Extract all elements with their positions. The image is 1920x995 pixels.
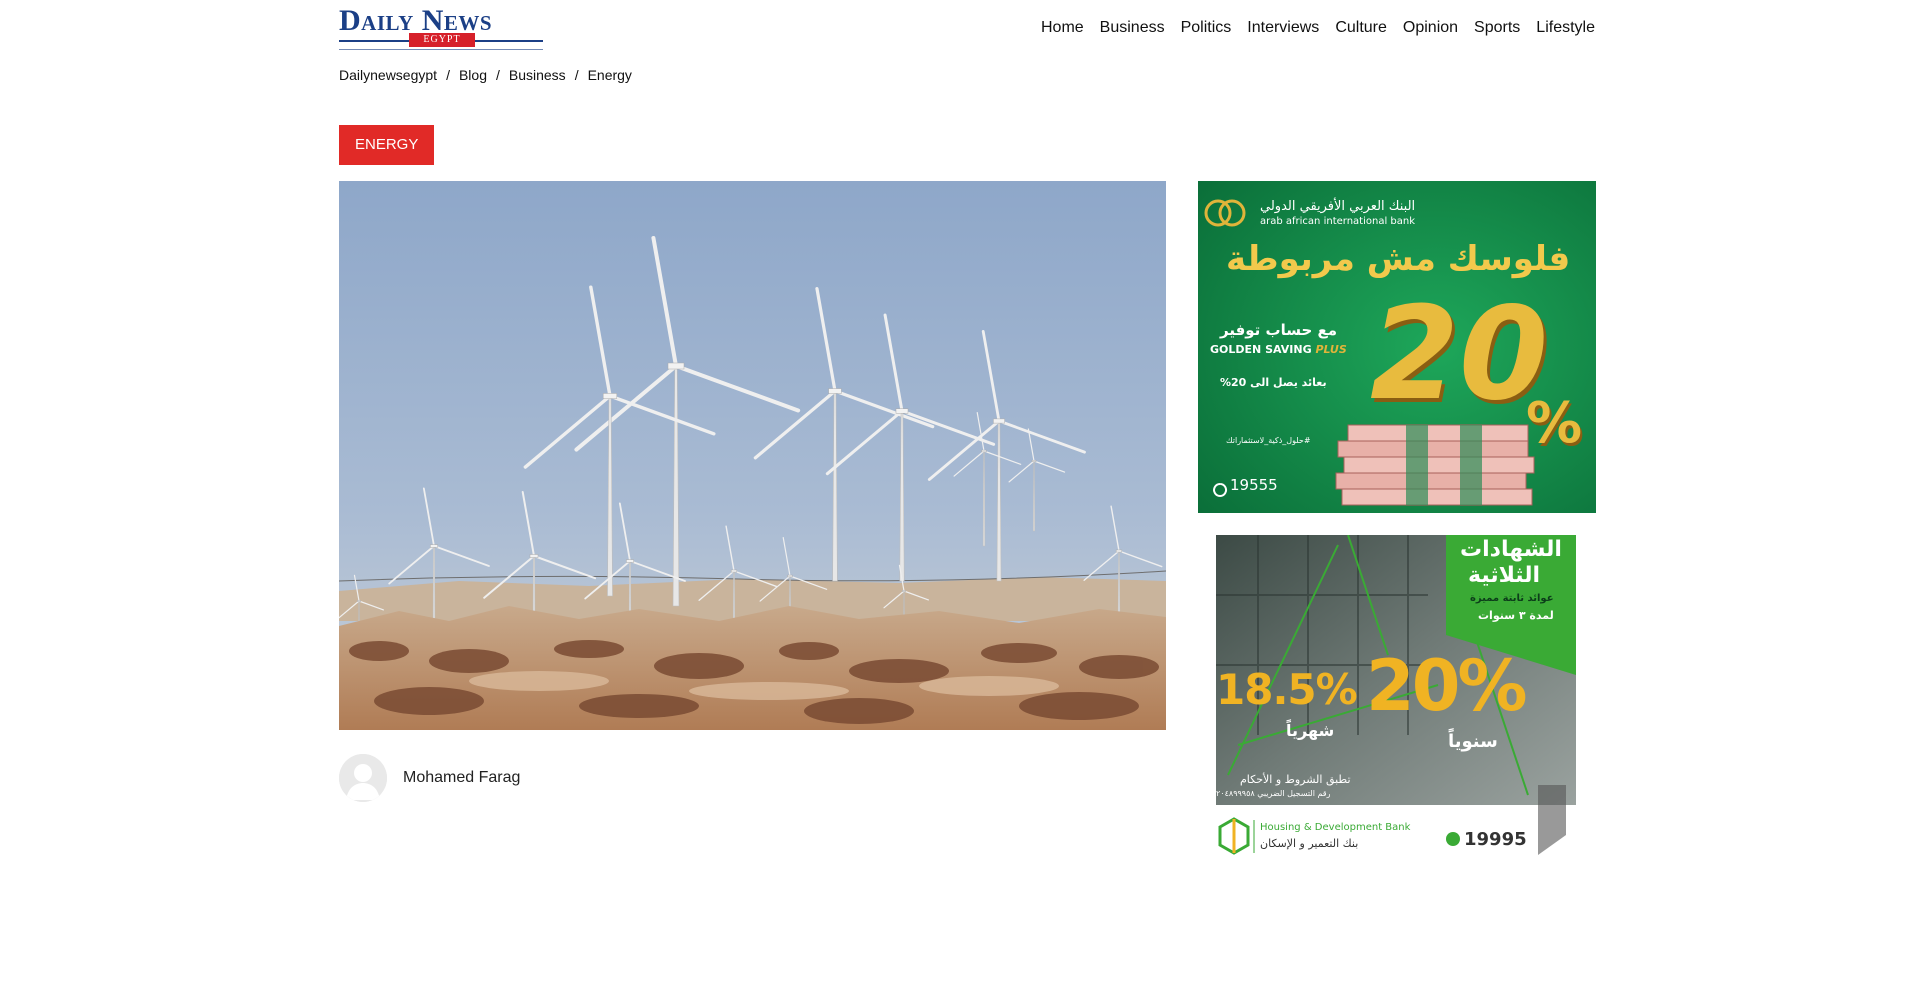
ad2-rate-yearly: 20% xyxy=(1366,645,1528,727)
ad1-return-line: بعائد يصل الى 20% xyxy=(1220,376,1327,389)
ad2-title-line1: الشهادات xyxy=(1460,537,1562,562)
main-nav: Home Business Politics Interviews Cultur… xyxy=(1025,18,1595,38)
ad1-account-en: GOLDEN SAVING PLUS xyxy=(1210,343,1347,356)
ad2-bank-en: Housing & Development Bank xyxy=(1260,822,1411,833)
ad1-phone: 19555 xyxy=(1230,476,1278,494)
nav-politics[interactable]: Politics xyxy=(1181,18,1232,38)
logo-subtitle: EGYPT xyxy=(409,33,475,47)
ad2-label-monthly: شهرياً xyxy=(1286,721,1335,740)
ad1-percent: % xyxy=(1526,391,1583,456)
nav-business[interactable]: Business xyxy=(1100,18,1165,38)
nav-interviews[interactable]: Interviews xyxy=(1247,18,1319,38)
ad1-bank-name-ar: البنك العربي الأفريقي الدولي xyxy=(1260,199,1416,214)
ad2-rate-monthly: 18.5% xyxy=(1216,665,1358,714)
breadcrumb-energy: Energy xyxy=(587,67,632,83)
ad1-headline: فلوسك مش مربوطة xyxy=(1226,239,1571,279)
breadcrumb-blog[interactable]: Blog xyxy=(459,67,487,83)
ad2-bank-ar: بنك التعمير و الإسكان xyxy=(1260,837,1359,850)
ad2-subtitle: عوائد ثابتة مميزة xyxy=(1470,593,1554,604)
ad2-label-yearly: سنوياً xyxy=(1448,731,1498,752)
ad2-title-line2: الثلاثية xyxy=(1468,563,1541,588)
nav-opinion[interactable]: Opinion xyxy=(1403,18,1458,38)
breadcrumb-home[interactable]: Dailynewsegypt xyxy=(339,67,437,83)
ad2-terms: تطبق الشروط و الأحكام xyxy=(1240,773,1351,786)
avatar[interactable] xyxy=(339,754,387,802)
ad2-tax-number: رقم التسجيل الضريبي ٢٠٤٨٩٩٩٥٨ xyxy=(1216,789,1331,798)
ad2-duration: لمدة ٣ سنوات xyxy=(1478,609,1554,622)
breadcrumb-separator: / xyxy=(574,67,579,83)
author-name[interactable]: Mohamed Farag xyxy=(403,769,520,787)
breadcrumb-separator: / xyxy=(446,67,450,83)
logo-divider-bottom xyxy=(339,49,543,50)
author-block: Mohamed Farag xyxy=(339,754,520,802)
ad2-phone: 19995 xyxy=(1464,829,1527,850)
breadcrumb-business[interactable]: Business xyxy=(509,67,566,83)
nav-home[interactable]: Home xyxy=(1041,18,1084,38)
category-badge[interactable]: ENERGY xyxy=(339,125,435,165)
logo-title: Daily News xyxy=(339,4,493,37)
site-logo[interactable]: Daily News EGYPT xyxy=(339,6,543,50)
ad1-bank-name-en: arab african international bank xyxy=(1260,216,1416,227)
breadcrumb: Dailynewsegypt / Blog / Business / Energ… xyxy=(339,67,632,83)
nav-sports[interactable]: Sports xyxy=(1474,18,1520,38)
article-hero-image xyxy=(339,181,1166,730)
nav-lifestyle[interactable]: Lifestyle xyxy=(1536,18,1595,38)
nav-culture[interactable]: Culture xyxy=(1335,18,1387,38)
sidebar-ad-aaib[interactable]: البنك العربي الأفريقي الدولي arab africa… xyxy=(1198,181,1596,513)
sidebar-ad-hdb[interactable]: الشهادات الثلاثية عوائد ثابتة مميزة لمدة… xyxy=(1198,535,1596,869)
breadcrumb-separator: / xyxy=(495,67,500,83)
ad1-account-en-accent: PLUS xyxy=(1315,343,1347,356)
ad1-account-ar: مع حساب توفير xyxy=(1220,321,1338,339)
ad1-big-rate: 20 xyxy=(1370,280,1549,429)
ad1-account-en-label: GOLDEN SAVING xyxy=(1210,343,1312,356)
ad1-hashtag: #حلول_ذكية_لاستثماراتك xyxy=(1226,436,1311,445)
